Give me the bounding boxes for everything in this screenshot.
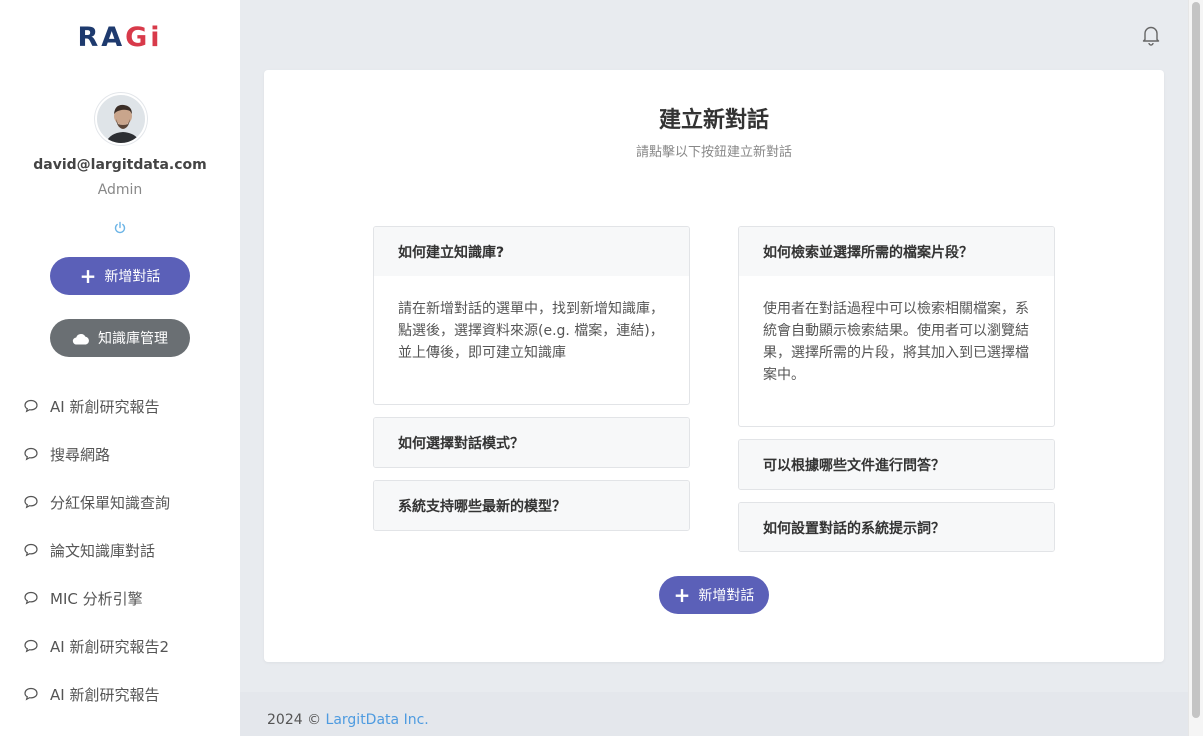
chat-bubble-icon <box>24 639 38 653</box>
notification-bell-icon[interactable] <box>1140 24 1162 46</box>
logout-power-icon[interactable] <box>113 221 127 235</box>
faq-question[interactable]: 可以根據哪些文件進行問答？ <box>739 440 1054 489</box>
sidebar-chat-item[interactable]: MIC 分析引擎 <box>0 574 240 622</box>
faq-answer: 請在新增對話的選單中，找到新增知識庫，點選後，選擇資料來源(e.g. 檔案，連結… <box>398 301 664 361</box>
plus-icon: + <box>79 264 97 288</box>
faq-question[interactable]: 如何建立知識庫? <box>374 227 689 276</box>
chat-bubble-icon <box>24 543 38 557</box>
faq-item[interactable]: 可以根據哪些文件進行問答？ <box>738 439 1055 490</box>
faq-question[interactable]: 系統支持哪些最新的模型？ <box>374 481 689 530</box>
avatar <box>95 93 147 145</box>
cloud-icon <box>72 333 89 345</box>
sidebar-chat-item[interactable]: 論文知識庫對話 <box>0 526 240 574</box>
new-chat-button[interactable]: + 新增對話 <box>659 576 769 614</box>
sidebar-chat-item[interactable]: 搜尋網路 <box>0 430 240 478</box>
faq-item[interactable]: 系統支持哪些最新的模型？ <box>373 480 690 531</box>
page-scrollbar[interactable] <box>1188 0 1203 736</box>
sidebar-chat-item[interactable]: AI 新創研究報告 <box>0 670 240 718</box>
plus-icon: + <box>673 583 691 607</box>
app-logo[interactable]: RAGi <box>0 22 240 53</box>
chat-history-list: AI 新創研究報告 搜尋網路 分紅保單知識查詢 論文知識庫對話 MIC 分析引擎… <box>0 382 240 718</box>
faq-question[interactable]: 如何檢索並選擇所需的檔案片段？ <box>739 227 1054 276</box>
chat-bubble-icon <box>24 399 38 413</box>
faq-item[interactable]: 如何選擇對話模式？ <box>373 417 690 468</box>
faq-question[interactable]: 如何選擇對話模式？ <box>374 418 689 467</box>
user-email: david@largitdata.com <box>33 157 207 173</box>
sidebar-chat-item[interactable]: AI 新創研究報告 <box>0 382 240 430</box>
faq-item-open: 如何檢索並選擇所需的檔案片段？ 使用者在對話過程中可以檢索相關檔案，系統會自動顯… <box>738 226 1055 427</box>
page-subtitle: 請點擊以下按鈕建立新對話 <box>635 145 792 160</box>
chat-bubble-icon <box>24 495 38 509</box>
footer: 2024 © LargitData Inc. <box>240 692 1188 736</box>
user-role: Admin <box>97 182 143 198</box>
scrollbar-thumb[interactable] <box>1192 2 1200 718</box>
faq-answer: 使用者在對話過程中可以檢索相關檔案，系統會自動顯示檢索結果。使用者可以瀏覽結果，… <box>763 301 1029 383</box>
faq-question[interactable]: 如何設置對話的系統提示詞？ <box>739 503 1054 551</box>
faq-item-open: 如何建立知識庫? 請在新增對話的選單中，找到新增知識庫，點選後，選擇資料來源(e… <box>373 226 690 405</box>
company-link[interactable]: LargitData Inc. <box>326 712 429 728</box>
chat-bubble-icon <box>24 687 38 701</box>
chat-bubble-icon <box>24 591 38 605</box>
new-chat-card: 建立新對話 請點擊以下按鈕建立新對話 如何建立知識庫? 請在新增對話的選單中，找… <box>264 70 1164 662</box>
sidebar: RAGi david@largitdata.com Admin + 新增對話 知… <box>0 0 240 736</box>
knowledge-base-manage-button[interactable]: 知識庫管理 <box>50 319 190 357</box>
chat-bubble-icon <box>24 447 38 461</box>
faq-item[interactable]: 如何設置對話的系統提示詞？ <box>738 502 1055 552</box>
new-chat-sidebar-button[interactable]: + 新增對話 <box>50 257 190 295</box>
page-title: 建立新對話 <box>658 108 769 133</box>
sidebar-chat-item[interactable]: 分紅保單知識查詢 <box>0 478 240 526</box>
sidebar-chat-item[interactable]: AI 新創研究報告2 <box>0 622 240 670</box>
